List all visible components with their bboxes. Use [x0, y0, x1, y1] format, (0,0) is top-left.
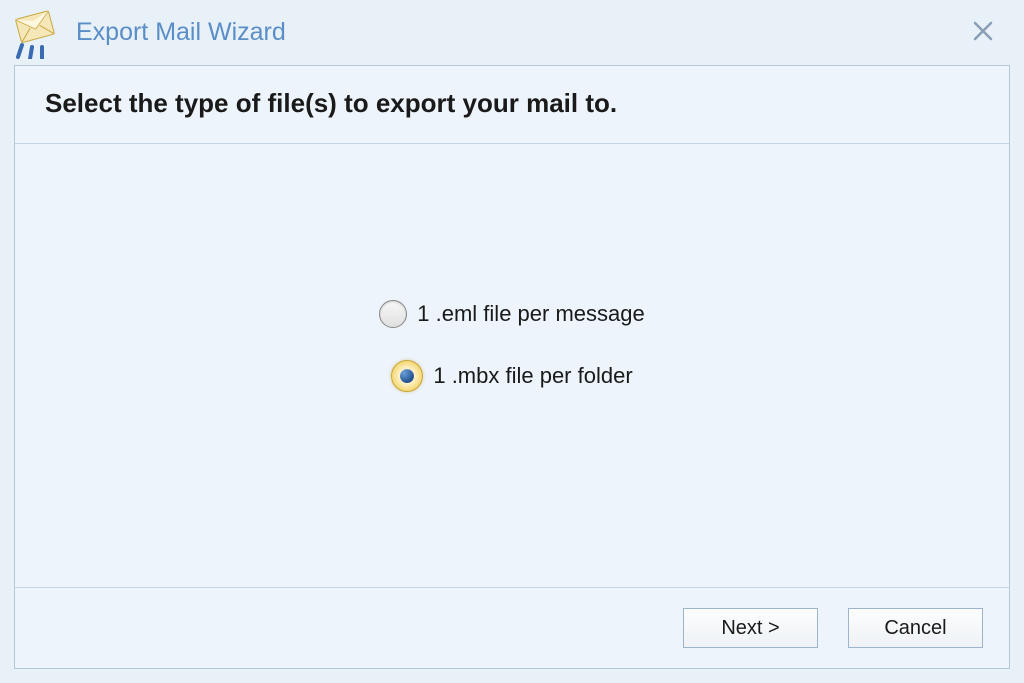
page-title: Select the type of file(s) to export you…	[45, 88, 979, 119]
content-area: Select the type of file(s) to export you…	[14, 65, 1010, 669]
next-button[interactable]: Next >	[683, 608, 818, 648]
radio-inner-dot	[400, 369, 414, 383]
envelope-icon	[8, 7, 60, 59]
close-button[interactable]	[962, 13, 1004, 53]
title-bar-left: Export Mail Wizard	[8, 7, 286, 59]
window-title: Export Mail Wizard	[76, 18, 286, 47]
button-bar: Next > Cancel	[15, 587, 1009, 668]
title-bar: Export Mail Wizard	[0, 0, 1024, 65]
options-section: 1 .eml file per message 1 .mbx file per …	[15, 144, 1009, 587]
radio-label-eml: 1 .eml file per message	[417, 301, 644, 327]
radio-button-mbx[interactable]	[391, 360, 423, 392]
radio-option-mbx[interactable]: 1 .mbx file per folder	[391, 360, 632, 392]
radio-option-eml[interactable]: 1 .eml file per message	[379, 300, 644, 328]
header-section: Select the type of file(s) to export you…	[15, 66, 1009, 144]
cancel-button[interactable]: Cancel	[848, 608, 983, 648]
radio-label-mbx: 1 .mbx file per folder	[433, 363, 632, 389]
radio-button-eml[interactable]	[379, 300, 407, 328]
export-mail-wizard-dialog: Export Mail Wizard Select the type of fi…	[0, 0, 1024, 683]
